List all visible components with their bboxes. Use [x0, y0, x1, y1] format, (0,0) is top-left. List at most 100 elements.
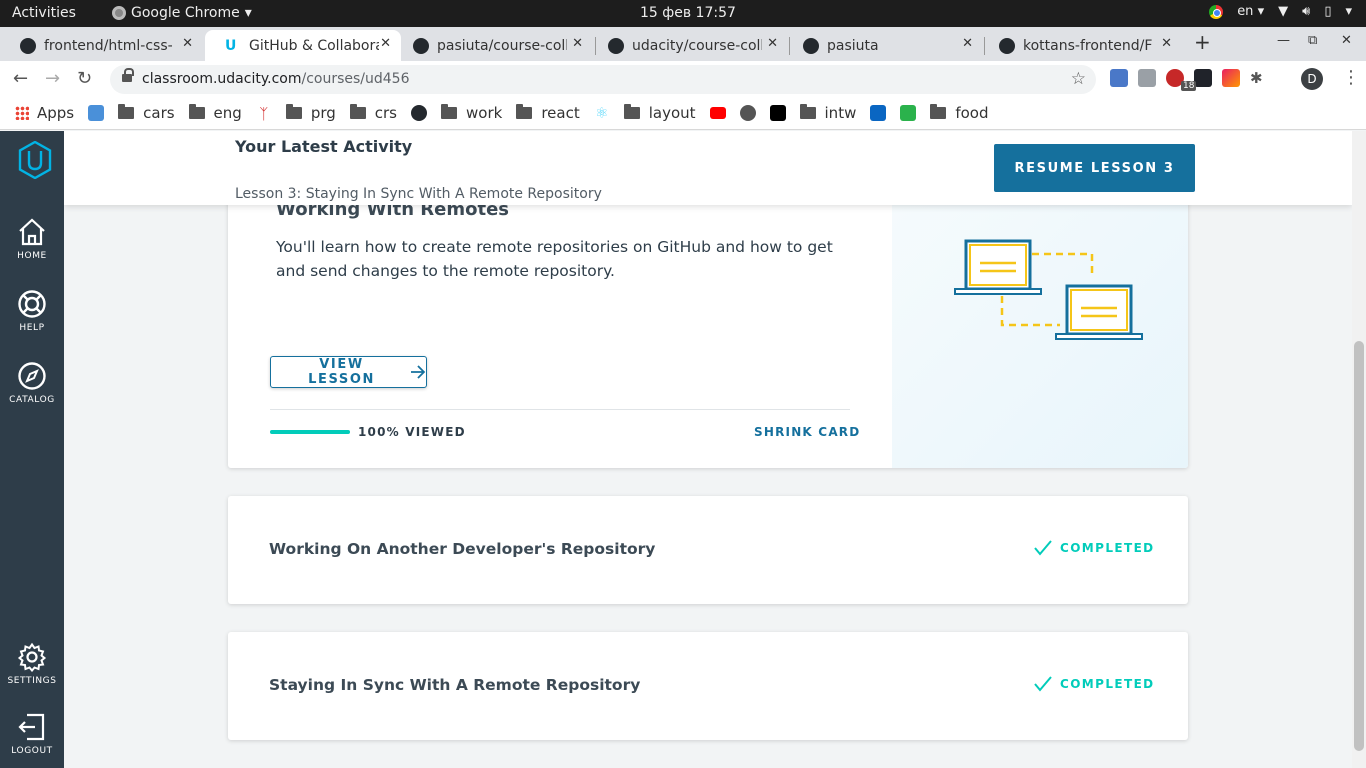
- progress-fill: [270, 430, 350, 434]
- tab-1[interactable]: U GitHub & Collabora ✕: [205, 30, 401, 61]
- bookmark-label: intw: [824, 104, 857, 122]
- url-text[interactable]: classroom.udacity.com/courses/ud456: [142, 71, 410, 87]
- close-icon[interactable]: ✕: [182, 36, 193, 51]
- folder-icon: [930, 104, 947, 119]
- bookmark-folder-cars[interactable]: cars: [118, 104, 175, 122]
- shrink-card-link[interactable]: SHRINK CARD: [754, 425, 860, 439]
- extension-icon[interactable]: [1138, 69, 1156, 87]
- maximize-button[interactable]: ⧉: [1308, 33, 1317, 48]
- sidebar-item-label: LOGOUT: [11, 746, 53, 756]
- bookmark-item[interactable]: ⚛: [594, 105, 610, 121]
- bookmark-folder-eng[interactable]: eng: [188, 104, 242, 122]
- bookmark-item[interactable]: ᛉ: [256, 105, 272, 123]
- close-icon[interactable]: ✕: [380, 36, 391, 51]
- tab-4[interactable]: pasiuta ✕: [783, 30, 983, 61]
- page-scrollbar[interactable]: [1352, 131, 1366, 768]
- sidebar-item-home[interactable]: HOME: [0, 217, 64, 261]
- bookmark-apps[interactable]: Apps: [0, 104, 74, 122]
- card-divider: [270, 409, 850, 410]
- bookmark-folder-intw[interactable]: intw: [799, 104, 857, 122]
- language-indicator[interactable]: en ▾: [1237, 4, 1264, 19]
- bookmark-label: cars: [143, 104, 175, 122]
- activities-button[interactable]: Activities: [12, 5, 76, 21]
- github-icon: [999, 37, 1015, 54]
- udacity-logo-icon[interactable]: [18, 141, 52, 179]
- bookmark-star-icon[interactable]: ☆: [1071, 69, 1086, 89]
- puzzle-icon[interactable]: ✱: [1250, 69, 1268, 87]
- resume-lesson-button[interactable]: RESUME LESSON 3: [994, 144, 1195, 192]
- bookmark-folder-work[interactable]: work: [441, 104, 502, 122]
- bookmark-folder-prg[interactable]: prg: [285, 104, 336, 122]
- close-window-button[interactable]: ✕: [1341, 33, 1352, 48]
- gear-icon: [17, 642, 47, 672]
- bookmark-label: react: [541, 104, 580, 122]
- profile-avatar[interactable]: D: [1301, 68, 1323, 90]
- tab-5[interactable]: kottans-frontend/F ✕: [979, 30, 1182, 61]
- new-tab-button[interactable]: +: [1194, 30, 1211, 54]
- github-icon: [411, 105, 427, 121]
- lock-icon[interactable]: [122, 68, 134, 84]
- close-icon[interactable]: ✕: [962, 36, 973, 51]
- lesson-card-completed[interactable]: Working On Another Developer's Repositor…: [228, 496, 1188, 604]
- url-path: /courses/ud456: [301, 71, 410, 87]
- view-lesson-button[interactable]: VIEW LESSON: [270, 356, 427, 388]
- chrome-tray-icon[interactable]: [1209, 4, 1224, 19]
- app-menu[interactable]: Google Chrome ▾: [112, 5, 252, 21]
- system-tray[interactable]: en ▾ ▼ 🔊︎ ▯ ▾: [1209, 4, 1352, 19]
- bookmark-folder-layout[interactable]: layout: [623, 104, 696, 122]
- folder-icon: [441, 104, 457, 119]
- reload-icon[interactable]: ↻: [77, 68, 92, 89]
- tab-title: udacity/course-coll: [632, 37, 762, 54]
- bookmark-item[interactable]: [88, 105, 105, 121]
- bookmark-item[interactable]: [739, 105, 756, 121]
- volume-icon[interactable]: 🔊︎: [1302, 4, 1310, 19]
- react-devtools-icon[interactable]: [1194, 69, 1212, 87]
- youtube-icon: [709, 107, 726, 119]
- back-arrow-icon[interactable]: ←: [13, 68, 28, 89]
- clock[interactable]: 15 фев 17:57: [640, 5, 736, 21]
- bookmark-label: work: [466, 104, 503, 122]
- star-ext-icon: [88, 105, 105, 121]
- color-picker-extension-icon[interactable]: [1222, 69, 1240, 87]
- close-icon[interactable]: ✕: [572, 36, 583, 51]
- more-menu-icon[interactable]: ⋮: [1342, 67, 1360, 88]
- battery-icon[interactable]: ▯: [1324, 4, 1331, 19]
- sidebar-item-settings[interactable]: SETTINGS: [0, 642, 64, 686]
- bookmark-item[interactable]: [411, 105, 427, 121]
- lesson-card-completed[interactable]: Staying In Sync With A Remote Repository…: [228, 632, 1188, 740]
- power-menu-icon[interactable]: ▾: [1345, 4, 1352, 19]
- latest-activity-header: Your Latest Activity Lesson 3: Staying I…: [64, 131, 1352, 205]
- minimize-button[interactable]: —: [1277, 33, 1290, 48]
- bookmark-folder-crs[interactable]: crs: [349, 104, 397, 122]
- bookmark-folder-food[interactable]: food: [930, 104, 989, 122]
- close-icon[interactable]: ✕: [767, 36, 778, 51]
- udacity-icon: U: [225, 37, 237, 54]
- linkedin-icon: [870, 105, 887, 121]
- lesson-title: Staying In Sync With A Remote Repository: [269, 676, 641, 694]
- tab-title: pasiuta/course-coll: [437, 37, 567, 54]
- bookmark-item[interactable]: [709, 107, 726, 119]
- tab-2[interactable]: pasiuta/course-coll ✕: [393, 30, 593, 61]
- sidebar-item-catalog[interactable]: CATALOG: [0, 361, 64, 405]
- bookmark-item[interactable]: [900, 105, 917, 121]
- sidebar-item-logout[interactable]: LOGOUT: [0, 712, 64, 756]
- wifi-icon[interactable]: ▼: [1278, 4, 1288, 19]
- bookmark-item[interactable]: [870, 105, 887, 121]
- bookmark-item[interactable]: [769, 105, 786, 121]
- tab-3[interactable]: udacity/course-coll ✕: [588, 30, 788, 61]
- close-icon[interactable]: ✕: [1161, 36, 1172, 51]
- tab-0[interactable]: frontend/html-css- ✕: [0, 30, 203, 61]
- address-bar[interactable]: classroom.udacity.com/courses/ud456 ☆: [110, 65, 1096, 94]
- sidebar-item-help[interactable]: HELP: [0, 289, 64, 333]
- scrollbar-thumb[interactable]: [1354, 341, 1364, 751]
- folder-icon: [188, 104, 205, 119]
- apps-grid-icon: [15, 106, 29, 120]
- forward-arrow-icon[interactable]: →: [45, 68, 60, 89]
- bookmark-folder-react[interactable]: react: [516, 104, 580, 122]
- chrome-icon: [112, 6, 126, 20]
- completed-label: COMPLETED: [1060, 541, 1155, 555]
- sidebar-item-label: HOME: [17, 251, 47, 261]
- folder-icon: [349, 104, 366, 119]
- translate-extension-icon[interactable]: [1110, 69, 1128, 87]
- lesson-title: Working On Another Developer's Repositor…: [269, 540, 656, 558]
